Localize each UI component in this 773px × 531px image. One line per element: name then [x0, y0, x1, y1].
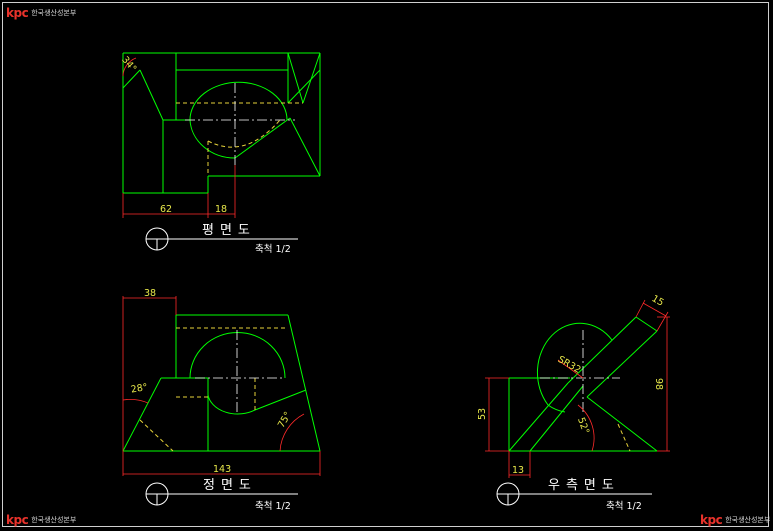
side-dim-15: 15	[650, 293, 666, 309]
front-title-block: 정면도 축척 1/2	[145, 478, 298, 512]
plan-outline	[122, 52, 321, 194]
plan-scale: 축척 1/2	[255, 244, 291, 255]
plan-title: 평면도	[202, 223, 256, 238]
front-dim-38: 38	[144, 288, 156, 299]
side-hidden	[617, 423, 631, 452]
side-dim-52: 52°	[575, 416, 591, 436]
plan-hidden	[176, 102, 303, 176]
plan-dim-62: 62	[160, 204, 172, 215]
plan-dim-angle: 34°	[119, 54, 138, 74]
front-dimensions	[122, 296, 321, 476]
side-dim-53: 53	[477, 408, 488, 420]
plan-title-block: 평면도 축척 1/2	[145, 223, 298, 255]
front-scale: 축척 1/2	[255, 501, 291, 512]
front-dim-143: 143	[213, 464, 231, 475]
side-title: 우측면도	[548, 478, 620, 493]
side-view: 53 13 98 15 SR32 52° 우측면도 축척 1/2	[477, 293, 670, 512]
front-view: 38 143 28° 75° 정면도 축척 1/2	[122, 288, 321, 512]
plan-dimensions	[122, 57, 236, 218]
front-hidden	[139, 327, 288, 452]
side-title-block: 우측면도 축척 1/2	[496, 478, 652, 512]
front-dim-75: 75°	[276, 410, 294, 430]
front-dim-28: 28°	[130, 382, 148, 396]
side-dim-98: 98	[653, 378, 664, 390]
side-dim-sr32: SR32	[556, 354, 583, 376]
side-dim-13: 13	[512, 465, 524, 476]
side-centerlines	[540, 330, 620, 415]
plan-view: 62 18 34° 평면도 축척 1/2	[119, 52, 321, 255]
plan-dim-18: 18	[215, 204, 227, 215]
front-title: 정면도	[203, 478, 257, 493]
technical-drawing: 62 18 34° 평면도 축척 1/2 38 143 28° 75° 정면도 …	[119, 52, 670, 512]
side-scale: 축척 1/2	[606, 501, 642, 512]
front-outline	[122, 314, 321, 452]
